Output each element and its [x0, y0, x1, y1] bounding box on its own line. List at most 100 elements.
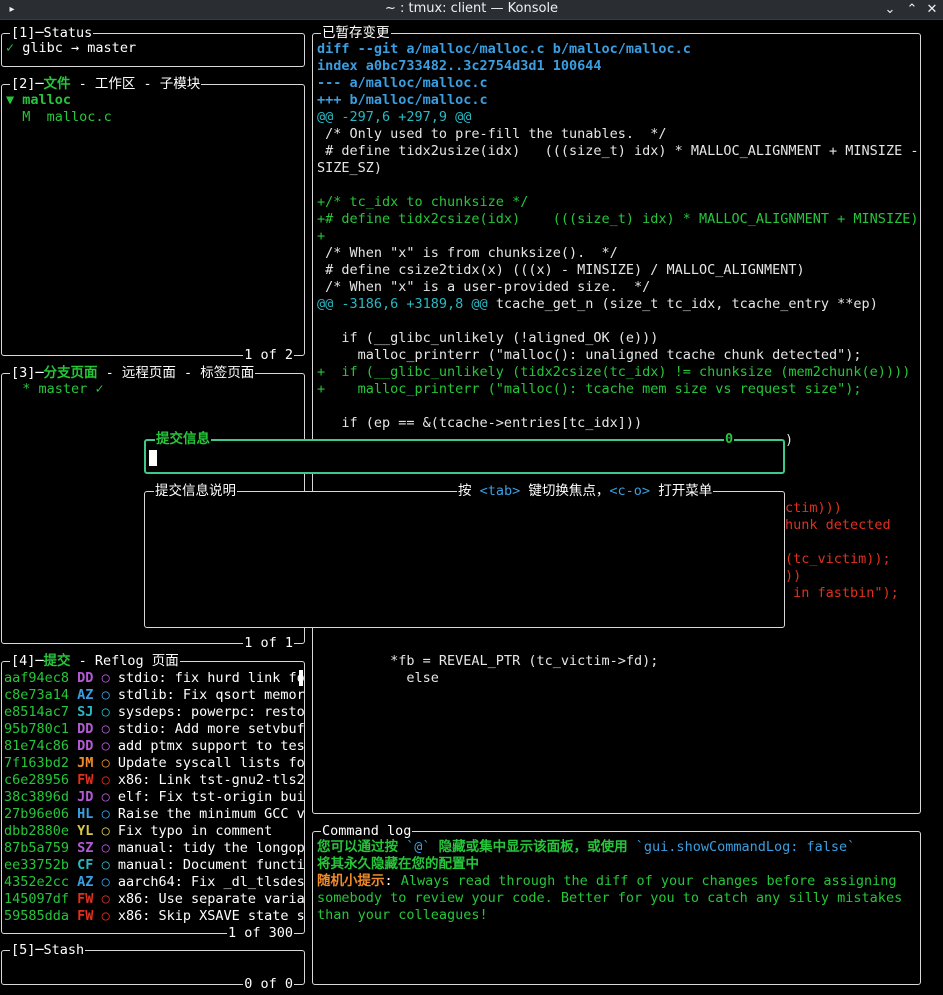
commit-summary-dialog[interactable]: 提交信息 0: [144, 431, 785, 474]
window-title: ~ : tmux: client — Konsole: [384, 1, 559, 16]
diff-line: # define tidx2usize(idx) (((size_t) idx)…: [317, 143, 919, 159]
diff-line: + if (__glibc_unlikely (tidx2csize(tc_id…: [317, 364, 911, 380]
diff-line-fragment: )): [785, 568, 802, 584]
tab-files[interactable]: 文件: [44, 76, 71, 92]
commits-scrollbar[interactable]: [299, 670, 303, 686]
commit-summary-input[interactable]: [149, 450, 749, 467]
random-tip: 随机小提示: Always read through the diff of y…: [317, 873, 897, 889]
diff-line-fragment: in fastbin");: [785, 585, 899, 601]
commit-row[interactable]: 145097df FW ○ x86: Use separate varia: [4, 891, 305, 908]
commit-author: CF: [77, 857, 94, 873]
file-tree-file[interactable]: M malloc.c: [6, 109, 111, 126]
commit-row[interactable]: 38c3896d JD ○ elf: Fix tst-origin bui: [4, 789, 305, 806]
commit-hash: dbb2880e: [4, 823, 70, 839]
stash-panel[interactable]: [5]─Stash 0 of 0: [1, 942, 305, 993]
command-log-panel[interactable]: Command log 您可以通过按 `@` 隐藏或集中显示该面板，或使用 `g…: [312, 823, 921, 985]
commit-message: x86: Use separate varia: [117, 891, 305, 907]
commit-hash: ee33752b: [4, 857, 70, 873]
commit-message: Fix typo in comment: [117, 823, 273, 839]
commit-graph-icon: ○: [101, 755, 110, 771]
status-panel[interactable]: [1]─Status ✓ glibc → master: [1, 25, 305, 67]
commit-author: HL: [77, 806, 94, 822]
branches-panel-title: [3]─分支页面 - 远程页面 - 标签页面: [10, 365, 256, 382]
commit-summary-count: 0: [724, 431, 735, 448]
diff-line: +/* tc_idx to chunksize */: [317, 194, 529, 210]
diff-line: # define csize2tidx(x) (((x) - MINSIZE) …: [317, 262, 805, 278]
close-icon[interactable]: ✕: [922, 1, 942, 18]
diff-line-fragment: (tc_victim));: [785, 551, 891, 567]
commit-row[interactable]: dbb2880e YL ○ Fix typo in comment: [4, 823, 272, 840]
random-tip-2: somebody to review your code. Better for…: [317, 890, 903, 906]
status-repo: ✓ glibc → master: [6, 40, 136, 57]
commit-row[interactable]: 87b5a759 SZ ○ manual: tidy the longop: [4, 840, 305, 857]
commit-hash: aaf94ec8: [4, 670, 70, 686]
commit-hash: 95b780c1: [4, 721, 70, 737]
diff-line-fragment: ): [785, 432, 794, 448]
diff-line: SIZE_SZ): [317, 160, 383, 176]
file-tree-dir[interactable]: ▼ malloc: [6, 92, 71, 109]
commit-graph-icon: ○: [101, 908, 110, 924]
commit-hash: c6e28956: [4, 772, 70, 788]
window-menu-icon[interactable]: ▸: [2, 1, 22, 18]
diff-line: index a0bc733482..3c2754d3d1 100644: [317, 58, 602, 74]
commit-hash: e8514ac7: [4, 704, 70, 720]
commit-hash: 87b5a759: [4, 840, 70, 856]
files-panel-title: [2]─文件 - 工作区 - 子模块: [10, 76, 202, 93]
commit-graph-icon: ○: [101, 891, 110, 907]
commit-row[interactable]: ee33752b CF ○ manual: Document functi: [4, 857, 305, 874]
commit-author: DD: [77, 738, 94, 754]
commit-message: elf: Fix tst-origin bui: [117, 789, 305, 805]
commit-graph-icon: ○: [101, 823, 110, 839]
status-check-icon: ✓: [6, 40, 15, 56]
diff-line-fragment: hunk detected: [785, 517, 891, 533]
commit-graph-icon: ○: [101, 738, 110, 754]
commit-row[interactable]: c8e73a14 AZ ○ stdlib: Fix qsort memor: [4, 687, 305, 704]
diff-line: --- a/malloc/malloc.c: [317, 75, 488, 91]
files-footer: 1 of 2: [243, 347, 294, 364]
commit-hash: 38c3896d: [4, 789, 70, 805]
commit-graph-icon: ○: [101, 806, 110, 822]
commit-message: stdlib: Fix qsort memor: [117, 687, 305, 703]
command-log-hint-2: 将其永久隐藏在您的配置中: [317, 856, 479, 872]
commit-row[interactable]: e8514ac7 SJ ○ sysdeps: powerpc: resto: [4, 704, 305, 721]
tab-commits[interactable]: 提交: [44, 653, 71, 669]
tab-branches[interactable]: 分支页面: [44, 365, 98, 381]
commit-graph-icon: ○: [101, 874, 110, 890]
commits-panel[interactable]: [4]─提交 - Reflog 页面 aaf94ec8 DD ○ stdio: …: [1, 653, 305, 942]
commit-row[interactable]: 81e74c86 DD ○ add ptmx support to tes: [4, 738, 305, 755]
command-log-title: Command log: [321, 823, 413, 840]
commit-row[interactable]: 7f163bd2 JM ○ Update syscall lists fo: [4, 755, 305, 772]
commit-author: FW: [77, 891, 94, 907]
files-panel[interactable]: [2]─文件 - 工作区 - 子模块 ▼ malloc M malloc.c 1…: [1, 76, 305, 364]
maximize-icon[interactable]: ⌃: [902, 1, 922, 18]
commit-graph-icon: ○: [101, 687, 110, 703]
commit-row[interactable]: 4352e2cc AZ ○ aarch64: Fix _dl_tlsdes: [4, 874, 305, 891]
diff-line: +++ b/malloc/malloc.c: [317, 92, 488, 108]
commit-row[interactable]: aaf94ec8 DD ○ stdio: fix hurd link fo: [4, 670, 305, 687]
commit-description-title: 提交信息说明: [154, 483, 237, 500]
commit-message: aarch64: Fix _dl_tlsdes: [117, 874, 305, 890]
commit-description-input[interactable]: [149, 502, 780, 621]
branch-item[interactable]: * master ✓: [6, 381, 104, 398]
commit-row[interactable]: 27b96e06 HL ○ Raise the minimum GCC v: [4, 806, 305, 823]
commit-row[interactable]: c6e28956 FW ○ x86: Link tst-gnu2-tls2: [4, 772, 305, 789]
branch-check-icon: ✓: [95, 381, 104, 397]
commit-row[interactable]: 59585dda FW ○ x86: Skip XSAVE state s: [4, 908, 305, 925]
diff-line: else: [317, 670, 439, 686]
minimize-icon[interactable]: ⌄: [880, 1, 900, 18]
commit-author: YL: [77, 823, 94, 839]
diff-line: *fb = REVEAL_PTR (tc_victim->fd);: [317, 653, 659, 669]
commit-graph-icon: ○: [101, 721, 110, 737]
commit-hash: 27b96e06: [4, 806, 70, 822]
commit-message: sysdeps: powerpc: resto: [117, 704, 305, 720]
commit-row[interactable]: 95b780c1 DD ○ stdio: Add more setvbuf: [4, 721, 305, 738]
commit-description-dialog[interactable]: 提交信息说明 按 <tab> 键切换焦点，<c-o> 打开菜单: [144, 483, 785, 628]
diff-line: /* When "x" is a user-provided size. */: [317, 279, 651, 295]
commit-message: x86: Link tst-gnu2-tls2: [117, 772, 305, 788]
commit-graph-icon: ○: [101, 772, 110, 788]
commit-author: DD: [77, 670, 94, 686]
commit-message: manual: Document functi: [117, 857, 305, 873]
diff-line: /* Only used to pre-fill the tunables. *…: [317, 126, 667, 142]
staged-changes-panel[interactable]: 已暂存变更 diff --git a/malloc/malloc.c b/mal…: [312, 25, 921, 814]
commit-graph-icon: ○: [101, 857, 110, 873]
